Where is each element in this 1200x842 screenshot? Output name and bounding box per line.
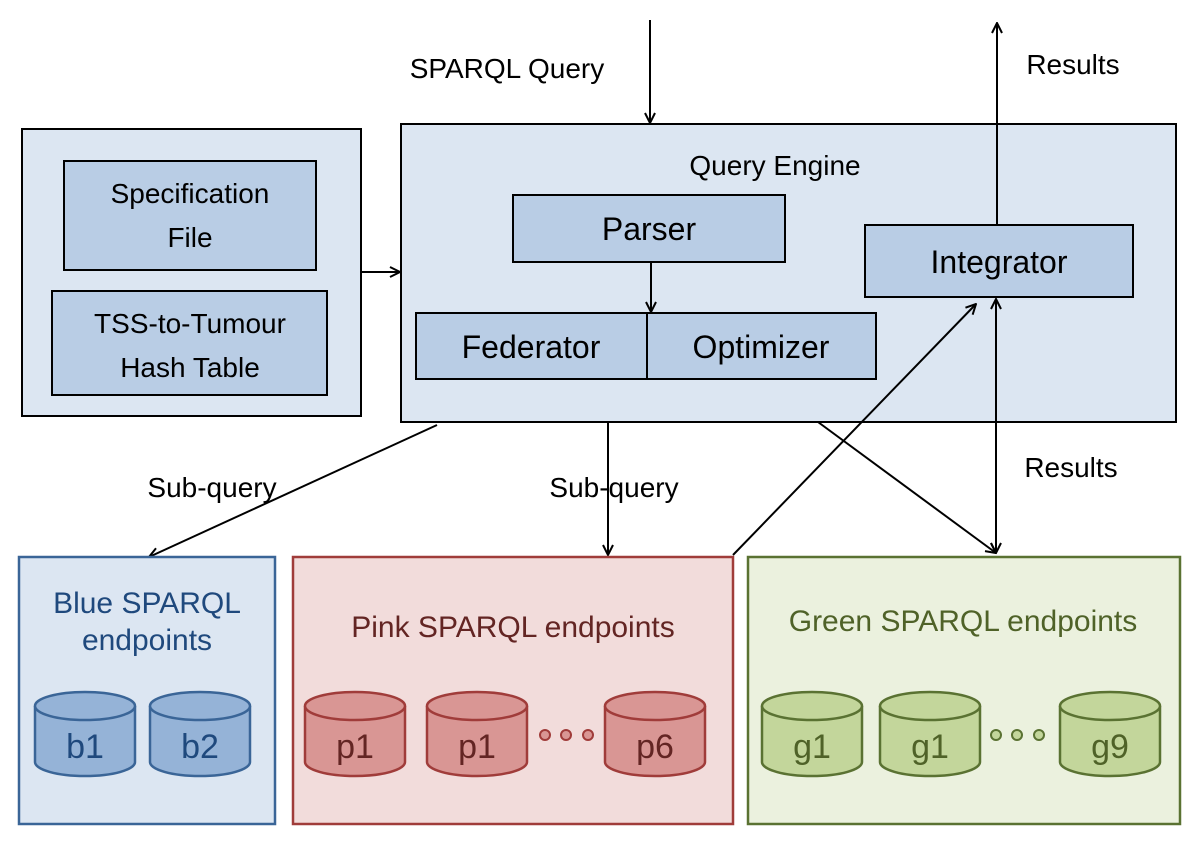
database-label: g1 bbox=[793, 728, 831, 766]
green-title: Green SPARQL endpoints bbox=[789, 605, 1138, 638]
ellipsis-dot bbox=[582, 729, 594, 741]
subquery-left-label: Sub-query bbox=[147, 472, 276, 503]
database-pink-p6-icon: p6 bbox=[603, 690, 707, 778]
database-pink-p1-icon: p1 bbox=[303, 690, 407, 778]
query-engine-box: Query Engine Parser Federator Optimizer … bbox=[400, 123, 1177, 423]
sparql-query-label: SPARQL Query bbox=[410, 53, 605, 84]
database-green-g1-icon: g1 bbox=[878, 690, 982, 778]
subquery-mid-label: Sub-query bbox=[549, 472, 678, 503]
ellipsis-dot bbox=[539, 729, 551, 741]
database-label: p1 bbox=[458, 728, 496, 766]
ellipsis-dot bbox=[1011, 729, 1023, 741]
config-box: Specification File TSS-to-Tumour Hash Ta… bbox=[21, 128, 362, 417]
specification-label-1: Specification bbox=[111, 178, 270, 209]
subquery-green-arrow bbox=[817, 421, 996, 553]
pink-title: Pink SPARQL endpoints bbox=[351, 611, 675, 644]
hash-label-1: TSS-to-Tumour bbox=[94, 308, 286, 339]
database-label: b1 bbox=[66, 728, 104, 766]
database-green-g9-icon: g9 bbox=[1058, 690, 1162, 778]
database-blue-b2-icon: b2 bbox=[148, 690, 252, 778]
federator-label: Federator bbox=[462, 329, 601, 365]
database-label: p6 bbox=[636, 728, 674, 766]
blue-title-2: endpoints bbox=[82, 624, 212, 657]
blue-title-1: Blue SPARQL bbox=[53, 587, 241, 620]
database-label: b2 bbox=[181, 728, 219, 766]
database-pink-p1-icon: p1 bbox=[425, 690, 529, 778]
ellipsis-dot bbox=[560, 729, 572, 741]
integrator-label: Integrator bbox=[931, 244, 1068, 280]
database-label: g9 bbox=[1091, 728, 1129, 766]
hash-label-2: Hash Table bbox=[120, 352, 260, 383]
parser-label: Parser bbox=[602, 211, 697, 247]
ellipsis-dot bbox=[1033, 729, 1045, 741]
database-blue-b1-icon: b1 bbox=[33, 690, 137, 778]
query-engine-title: Query Engine bbox=[689, 150, 860, 181]
results-top-label: Results bbox=[1026, 49, 1119, 80]
database-label: g1 bbox=[911, 728, 949, 766]
blue-endpoints-box: Blue SPARQL endpoints b1 b2 bbox=[17, 555, 277, 826]
database-green-g1-icon: g1 bbox=[760, 690, 864, 778]
specification-label-2: File bbox=[167, 222, 212, 253]
green-endpoints-box: Green SPARQL endpoints g1 g1 g9 bbox=[746, 555, 1182, 826]
pink-endpoints-box: Pink SPARQL endpoints p1 p1 p6 bbox=[291, 555, 735, 826]
results-mid-label: Results bbox=[1024, 452, 1117, 483]
ellipsis-dot bbox=[990, 729, 1002, 741]
architecture-diagram: Specification File TSS-to-Tumour Hash Ta… bbox=[17, 20, 1182, 826]
optimizer-label: Optimizer bbox=[693, 329, 830, 365]
database-label: p1 bbox=[336, 728, 374, 766]
